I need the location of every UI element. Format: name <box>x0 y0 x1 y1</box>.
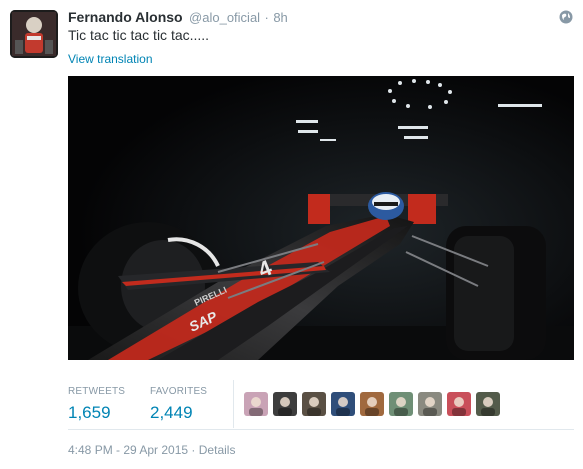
tweet-media[interactable]: 4 SAP PIRELLI <box>68 76 574 360</box>
favoriter-avatar-1[interactable] <box>244 392 268 416</box>
favoriter-avatar-2[interactable] <box>273 392 297 416</box>
retweets-stat[interactable]: RETWEETS 1,659 <box>68 386 125 423</box>
tweet-header: Fernando Alonso @alo_oficial · 8h <box>68 9 573 27</box>
footer-separator: · <box>191 443 196 457</box>
favoriter-avatar-3[interactable] <box>302 392 326 416</box>
favoriter-avatar-7[interactable] <box>418 392 442 416</box>
author-handle[interactable]: @alo_oficial <box>189 10 260 25</box>
favorites-count[interactable]: 2,449 <box>150 403 207 423</box>
author-avatar[interactable] <box>10 10 58 58</box>
favorites-label: FAVORITES <box>150 386 208 397</box>
retweets-label: RETWEETS <box>68 386 126 397</box>
stats-divider <box>233 380 234 428</box>
race-car-photo: 4 SAP PIRELLI <box>68 76 574 360</box>
view-translation-link[interactable]: View translation <box>68 52 153 66</box>
tweet-stats: RETWEETS 1,659 FAVORITES 2,449 <box>68 380 574 430</box>
favoriter-avatar-6[interactable] <box>389 392 413 416</box>
tweet-text: Tic tac tic tac tic tac..... <box>68 27 210 43</box>
retweets-count[interactable]: 1,659 <box>68 403 125 423</box>
footer-divider <box>68 429 574 430</box>
details-link[interactable]: Details <box>199 443 236 457</box>
tweet-footer: 4:48 PM - 29 Apr 2015 · Details <box>68 443 235 457</box>
author-avatar-image <box>10 10 58 58</box>
tweet-age[interactable]: 8h <box>273 10 287 25</box>
favoriter-avatar-8[interactable] <box>447 392 471 416</box>
favorites-stat[interactable]: FAVORITES 2,449 <box>150 386 207 423</box>
author-name[interactable]: Fernando Alonso <box>68 9 183 25</box>
favoriter-avatar-9[interactable] <box>476 392 500 416</box>
favoriter-avatar-5[interactable] <box>360 392 384 416</box>
header-separator: · <box>264 10 269 25</box>
globe-icon[interactable] <box>559 10 573 24</box>
favoriter-avatar-4[interactable] <box>331 392 355 416</box>
tweet-timestamp[interactable]: 4:48 PM - 29 Apr 2015 <box>68 443 188 457</box>
